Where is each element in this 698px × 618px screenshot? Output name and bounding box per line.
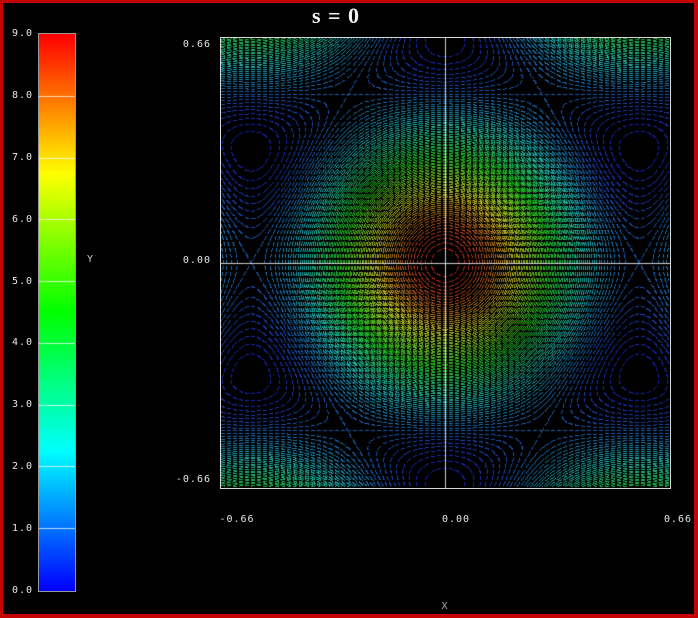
plot-window: s = 0 0.01.02.03.04.05.06.07.08.09.0 Y 0… — [0, 0, 698, 618]
plot-area — [220, 37, 671, 489]
page-title: s = 0 — [312, 3, 360, 29]
y-axis-tick-label: 0.00 — [3, 255, 211, 267]
x-axis-tick-label: 0.66 — [664, 514, 692, 526]
y-axis-tick-label: -0.66 — [3, 474, 211, 486]
contour-canvas — [221, 38, 670, 488]
colorbar-tick-label: 8.0 — [3, 90, 33, 102]
colorbar-tick-label: 4.0 — [3, 337, 33, 349]
y-axis-tick-label: 0.66 — [3, 39, 211, 51]
colorbar-gradient — [39, 34, 75, 591]
x-axis-label: X — [441, 601, 448, 612]
colorbar-tick-label: 5.0 — [3, 276, 33, 288]
colorbar-tick-label: 6.0 — [3, 214, 33, 226]
colorbar-tick-label: 3.0 — [3, 399, 33, 411]
x-axis-tick-label: -0.66 — [219, 514, 254, 526]
x-axis-tick-label: 0.00 — [442, 514, 470, 526]
colorbar-tick-label: 0.0 — [3, 585, 33, 597]
colorbar-tick-label: 7.0 — [3, 152, 33, 164]
colorbar-tick-label: 2.0 — [3, 461, 33, 473]
colorbar-tick-label: 1.0 — [3, 523, 33, 535]
